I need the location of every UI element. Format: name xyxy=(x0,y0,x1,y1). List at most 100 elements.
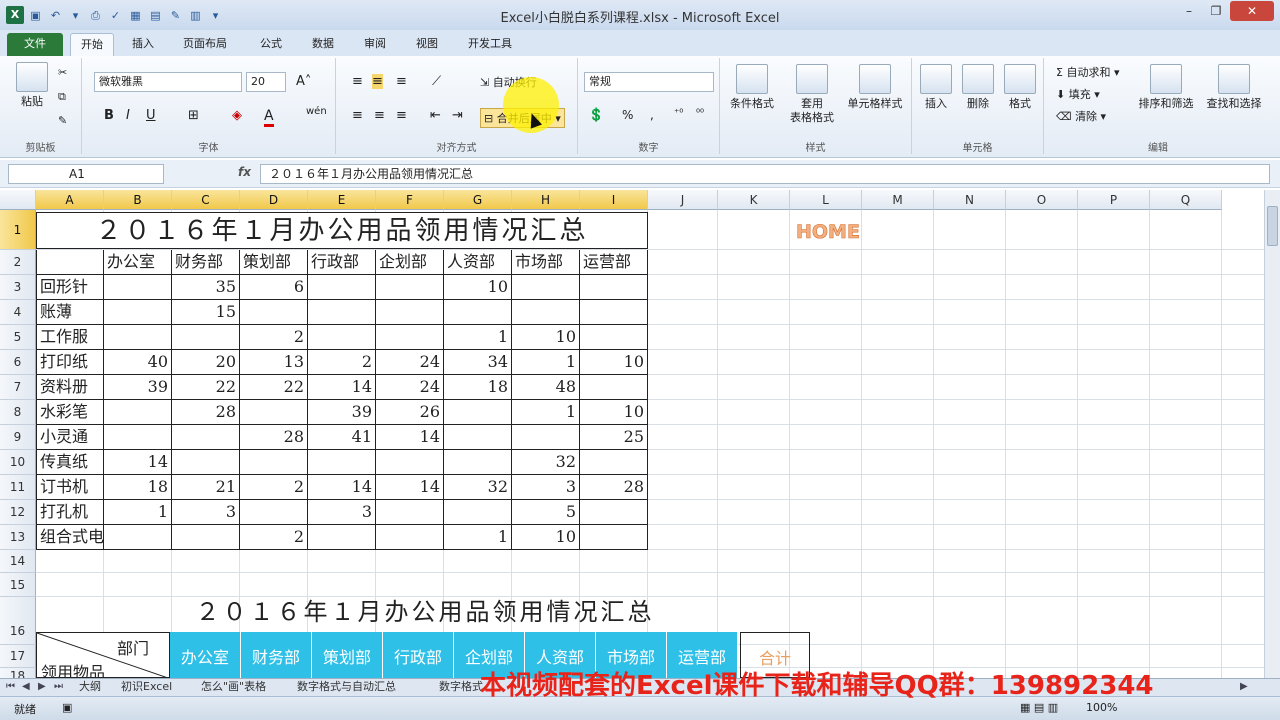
tab-review[interactable]: 审阅 xyxy=(364,33,386,56)
column-header-o[interactable]: O xyxy=(1006,190,1078,210)
value-cell[interactable] xyxy=(512,275,580,300)
value-cell[interactable]: 20 xyxy=(172,350,240,375)
value-cell[interactable] xyxy=(376,450,444,475)
column-title-cell[interactable]: 运营部 xyxy=(580,250,648,275)
value-cell[interactable]: 39 xyxy=(308,400,376,425)
align-center-icon[interactable]: ≡ xyxy=(374,108,385,123)
value-cell[interactable] xyxy=(104,275,172,300)
close-button[interactable]: ✕ xyxy=(1230,1,1274,21)
maximize-button[interactable]: ❐ xyxy=(1203,1,1229,21)
value-cell[interactable]: 32 xyxy=(444,475,512,500)
format-painter-icon[interactable]: ✎ xyxy=(58,114,67,127)
column-header-n[interactable]: N xyxy=(934,190,1006,210)
column-header-k[interactable]: K xyxy=(718,190,790,210)
value-cell[interactable]: 6 xyxy=(240,275,308,300)
value-cell[interactable]: 26 xyxy=(376,400,444,425)
value-cell[interactable] xyxy=(172,450,240,475)
value-cell[interactable] xyxy=(512,425,580,450)
value-cell[interactable] xyxy=(240,400,308,425)
value-cell[interactable]: 2 xyxy=(240,525,308,550)
item-name-cell[interactable]: 打孔机 xyxy=(36,500,104,525)
decrease-decimal-icon[interactable]: ⁰⁰ xyxy=(696,108,704,119)
value-cell[interactable] xyxy=(240,450,308,475)
row-header-11[interactable]: 11 xyxy=(0,475,36,500)
find-select-button[interactable]: 查找和选择 xyxy=(1202,64,1266,111)
percent-button[interactable]: % xyxy=(622,108,633,122)
formula-input[interactable]: ２０１６年１月办公用品领用情况汇总 xyxy=(260,164,1270,184)
value-cell[interactable]: 32 xyxy=(512,450,580,475)
value-cell[interactable] xyxy=(308,300,376,325)
value-cell[interactable]: 40 xyxy=(104,350,172,375)
column-header-f[interactable]: F xyxy=(376,190,444,210)
sheet-tab[interactable]: 怎么"画"表格 xyxy=(196,679,271,696)
tab-home[interactable]: 开始 xyxy=(70,33,114,56)
column-title-cell[interactable]: 财务部 xyxy=(172,250,240,275)
align-top-icon[interactable]: ≡ xyxy=(352,74,363,89)
column-title-cell[interactable]: 行政部 xyxy=(308,250,376,275)
column-header-c[interactable]: C xyxy=(172,190,240,210)
value-cell[interactable]: 14 xyxy=(308,475,376,500)
value-cell[interactable] xyxy=(172,525,240,550)
vertical-scrollbar[interactable] xyxy=(1264,190,1280,678)
sheet-tab[interactable]: 初识Excel xyxy=(116,679,177,696)
column-title-cell[interactable]: 企划部 xyxy=(376,250,444,275)
row-header-4[interactable]: 4 xyxy=(0,300,36,325)
value-cell[interactable] xyxy=(308,525,376,550)
number-format-select[interactable]: 常规 xyxy=(584,72,714,92)
column-title-cell[interactable]: 人资部 xyxy=(444,250,512,275)
last-sheet-icon[interactable]: ⏭ xyxy=(54,681,63,692)
decrease-indent-icon[interactable]: ⇤ xyxy=(430,108,441,123)
row-header-7[interactable]: 7 xyxy=(0,375,36,400)
phonetic-button[interactable]: wén xyxy=(306,106,327,117)
tab-page-layout[interactable]: 页面布局 xyxy=(183,33,227,56)
row-header-10[interactable]: 10 xyxy=(0,450,36,475)
row-header-1[interactable]: 1 xyxy=(0,210,36,250)
insert-cells-button[interactable]: 插入 xyxy=(916,64,956,111)
scroll-thumb[interactable] xyxy=(1267,206,1278,246)
tab-view[interactable]: 视图 xyxy=(416,33,438,56)
value-cell[interactable]: 15 xyxy=(172,300,240,325)
table2-header-cell[interactable]: 行政部 xyxy=(383,632,454,678)
value-cell[interactable] xyxy=(580,275,648,300)
value-cell[interactable] xyxy=(308,275,376,300)
column-header-j[interactable]: J xyxy=(648,190,718,210)
fill-button[interactable]: ⬇ 填充 ▾ xyxy=(1056,86,1100,102)
column-header-l[interactable]: L xyxy=(790,190,862,210)
column-title-cell[interactable]: 办公室 xyxy=(104,250,172,275)
minimize-button[interactable]: – xyxy=(1176,1,1202,21)
row-header-17[interactable]: 17 xyxy=(0,645,36,668)
value-cell[interactable] xyxy=(172,325,240,350)
align-right-icon[interactable]: ≡ xyxy=(396,108,407,123)
table2-header-cell[interactable]: 策划部 xyxy=(312,632,383,678)
value-cell[interactable] xyxy=(580,450,648,475)
item-name-cell[interactable]: 组合式电脑桌 xyxy=(36,525,104,550)
value-cell[interactable]: 22 xyxy=(172,375,240,400)
value-cell[interactable] xyxy=(580,325,648,350)
item-name-cell[interactable]: 打印纸 xyxy=(36,350,104,375)
value-cell[interactable]: 2 xyxy=(240,475,308,500)
value-cell[interactable] xyxy=(104,300,172,325)
row-header-9[interactable]: 9 xyxy=(0,425,36,450)
paste-button[interactable]: 粘贴 xyxy=(12,62,52,109)
row-header-14[interactable]: 14 xyxy=(0,550,36,573)
prev-sheet-icon[interactable]: ◀ xyxy=(22,681,30,692)
column-header-m[interactable]: M xyxy=(862,190,934,210)
table2-title[interactable]: ２０１６年１月办公用品领用情况汇总 xyxy=(170,595,680,629)
row-header-8[interactable]: 8 xyxy=(0,400,36,425)
autosum-button[interactable]: Σ 自动求和 ▾ xyxy=(1056,64,1119,80)
align-middle-icon[interactable]: ≡ xyxy=(372,74,383,89)
value-cell[interactable]: 5 xyxy=(512,500,580,525)
value-cell[interactable] xyxy=(308,450,376,475)
next-sheet-icon[interactable]: ▶ xyxy=(38,681,46,692)
value-cell[interactable] xyxy=(444,500,512,525)
value-cell[interactable] xyxy=(172,425,240,450)
value-cell[interactable]: 3 xyxy=(512,475,580,500)
comma-button[interactable]: , xyxy=(650,108,654,122)
tab-formulas[interactable]: 公式 xyxy=(260,33,282,56)
value-cell[interactable]: 1 xyxy=(512,350,580,375)
insert-function-button[interactable]: fx xyxy=(238,165,251,179)
font-name-select[interactable]: 微软雅黑 xyxy=(94,72,242,92)
tab-data[interactable]: 数据 xyxy=(312,33,334,56)
value-cell[interactable] xyxy=(376,500,444,525)
first-sheet-icon[interactable]: ⏮ xyxy=(6,681,15,692)
